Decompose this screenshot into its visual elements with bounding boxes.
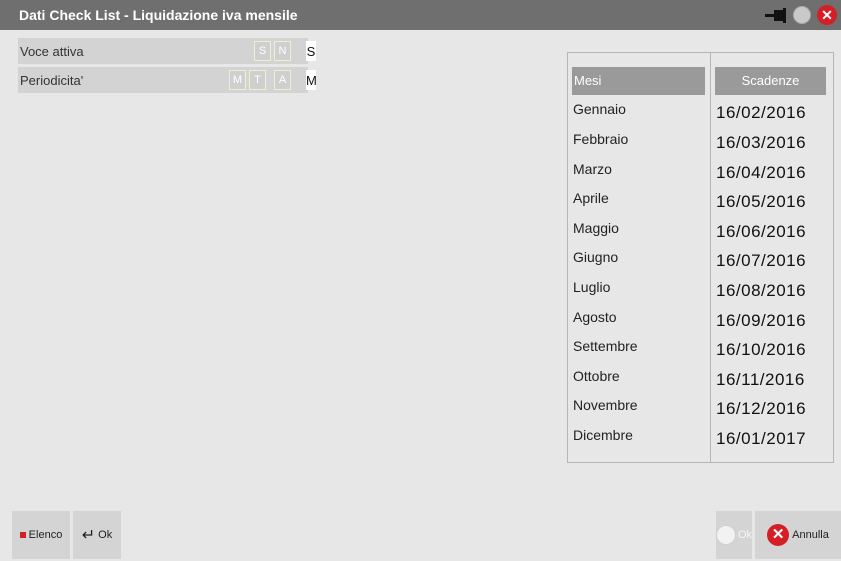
field-row-periodicita: Periodicita' M T A M (18, 67, 317, 93)
option-t[interactable]: T (249, 70, 266, 90)
table-cell-mese[interactable]: Giugno (573, 249, 618, 265)
ok-disabled-label: Ok (737, 529, 752, 541)
option-m[interactable]: M (229, 70, 246, 90)
table-cell-scadenza[interactable]: 16/02/2016 (716, 103, 806, 123)
elenco-button[interactable]: Elenco (12, 511, 70, 559)
table-cell-mese[interactable]: Ottobre (573, 368, 620, 384)
table-cell-scadenza[interactable]: 16/09/2016 (716, 311, 806, 331)
voce-attiva-input[interactable]: S (306, 41, 316, 61)
window-title: Dati Check List - Liquidazione iva mensi… (19, 7, 298, 23)
enter-icon: ↵ (81, 527, 96, 544)
status-dot-icon[interactable] (793, 6, 811, 24)
annulla-label: Annulla (792, 529, 829, 541)
option-s[interactable]: S (254, 41, 271, 61)
table-cell-scadenza[interactable]: 16/10/2016 (716, 340, 806, 360)
scadenze-table: Mesi Scadenze Gennaio 16/02/2016 Febbrai… (567, 52, 834, 463)
option-n[interactable]: N (274, 41, 291, 61)
column-divider (710, 53, 711, 462)
table-cell-scadenza[interactable]: 16/04/2016 (716, 163, 806, 183)
table-cell-scadenza[interactable]: 16/12/2016 (716, 399, 806, 419)
ok-label: Ok (98, 529, 113, 541)
table-cell-scadenza[interactable]: 16/11/2016 (716, 370, 805, 390)
periodicita-label: Periodicita' (20, 73, 84, 88)
table-cell-mese[interactable]: Novembre (573, 397, 638, 413)
table-cell-mese[interactable]: Settembre (573, 338, 638, 354)
table-cell-mese[interactable]: Gennaio (573, 101, 626, 117)
ok-button[interactable]: ↵ Ok (73, 511, 121, 559)
elenco-label: Elenco (28, 529, 63, 541)
table-cell-scadenza[interactable]: 16/05/2016 (716, 192, 806, 212)
table-cell-scadenza[interactable]: 16/08/2016 (716, 281, 806, 301)
table-cell-mese[interactable]: Febbraio (573, 131, 628, 147)
table-cell-scadenza[interactable]: 16/03/2016 (716, 133, 806, 153)
voce-attiva-label: Voce attiva (20, 44, 84, 59)
option-a[interactable]: A (274, 70, 291, 90)
table-cell-scadenza[interactable]: 16/01/2017 (716, 429, 806, 449)
column-header-mesi[interactable]: Mesi (572, 67, 705, 95)
table-cell-scadenza[interactable]: 16/06/2016 (716, 222, 806, 242)
red-square-icon (19, 532, 26, 538)
table-cell-mese[interactable]: Dicembre (573, 427, 633, 443)
title-bar: Dati Check List - Liquidazione iva mensi… (0, 0, 841, 30)
column-header-scadenze[interactable]: Scadenze (715, 67, 826, 95)
annulla-button[interactable]: ✕ Annulla (755, 511, 841, 559)
cancel-icon: ✕ (767, 524, 790, 546)
periodicita-input[interactable]: M (306, 70, 317, 90)
table-cell-mese[interactable]: Marzo (573, 161, 612, 177)
title-bar-controls: ✕ (765, 5, 837, 25)
table-cell-mese[interactable]: Maggio (573, 220, 619, 236)
field-row-voce-attiva: Voce attiva S N S (18, 38, 316, 64)
table-cell-mese[interactable]: Aprile (573, 190, 609, 206)
ok-disabled-button[interactable]: Ok (716, 511, 752, 559)
table-cell-scadenza[interactable]: 16/07/2016 (716, 251, 806, 271)
ok-check-icon (716, 525, 736, 545)
table-cell-mese[interactable]: Agosto (573, 309, 617, 325)
pin-icon[interactable] (765, 8, 787, 23)
close-icon[interactable]: ✕ (817, 5, 837, 25)
table-cell-mese[interactable]: Luglio (573, 279, 610, 295)
